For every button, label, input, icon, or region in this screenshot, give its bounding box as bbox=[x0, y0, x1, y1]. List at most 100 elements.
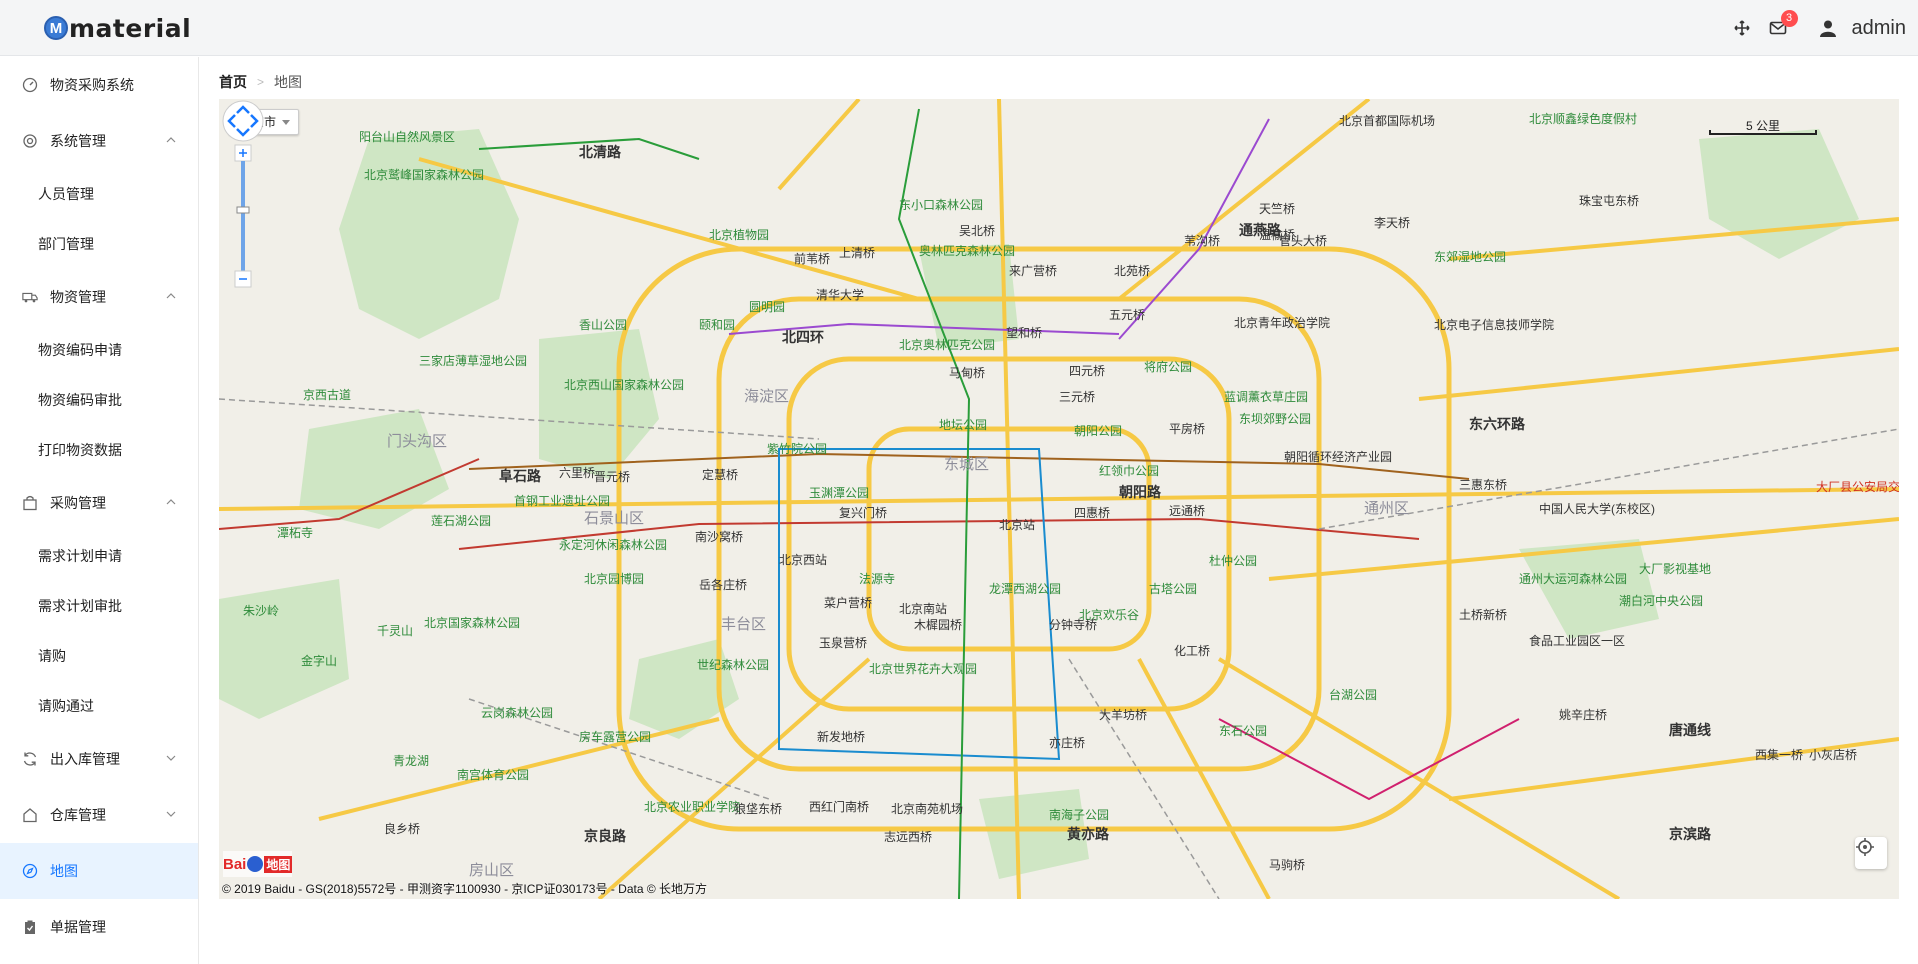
road-label: 京良路 bbox=[584, 828, 627, 844]
place-label: 新发地桥 bbox=[817, 729, 865, 744]
sidebar-subitem-code-apply[interactable]: 物资编码申请 bbox=[0, 325, 198, 375]
place-label: 李天桥 bbox=[1374, 215, 1410, 230]
sidebar-subitem-requisition-passed[interactable]: 请购通过 bbox=[0, 681, 198, 731]
place-label: 亦庄桥 bbox=[1049, 735, 1085, 750]
sidebar-item-procurement-system[interactable]: 物资采购系统 bbox=[0, 57, 198, 113]
district-label: 石景山区 bbox=[584, 510, 644, 527]
district-label: 通州区 bbox=[1364, 500, 1409, 517]
truck-icon bbox=[22, 289, 38, 305]
sidebar-subitem-requisition[interactable]: 请购 bbox=[0, 631, 198, 681]
place-label: 潭柘寺 bbox=[277, 526, 313, 540]
locate-icon bbox=[1856, 838, 1874, 856]
breadcrumb-home[interactable]: 首页 bbox=[219, 72, 247, 92]
user-icon[interactable] bbox=[1812, 12, 1844, 44]
place-label: 吴北桥 bbox=[959, 224, 995, 238]
place-label: 南宫体育公园 bbox=[457, 767, 529, 782]
place-label: 大厂影视基地 bbox=[1639, 561, 1711, 576]
mail-button[interactable]: 3 bbox=[1762, 10, 1798, 44]
place-label: 香山公园 bbox=[579, 318, 627, 332]
sidebar-subitem-department[interactable]: 部门管理 bbox=[0, 219, 198, 269]
baidu-paw-icon bbox=[247, 856, 264, 872]
sidebar-item-document-management[interactable]: 单据管理 bbox=[0, 899, 198, 955]
sidebar-subitem-code-approve[interactable]: 物资编码审批 bbox=[0, 375, 198, 425]
place-label: 志远西桥 bbox=[884, 830, 932, 844]
place-label: 中国人民大学(东校区) bbox=[1539, 501, 1655, 516]
place-label: 大羊坊桥 bbox=[1099, 707, 1147, 722]
place-label: 马甸桥 bbox=[949, 366, 985, 380]
clipboard-icon bbox=[22, 919, 38, 935]
logo-text: material bbox=[69, 13, 192, 43]
sidebar-subitem-demand-approve[interactable]: 需求计划审批 bbox=[0, 581, 198, 631]
place-label: 四元桥 bbox=[1069, 364, 1105, 378]
place-label: 分钟寺桥 bbox=[1049, 617, 1097, 632]
sidebar-subitem-print-data[interactable]: 打印物资数据 bbox=[0, 425, 198, 475]
sidebar-item-label: 物资管理 bbox=[50, 289, 106, 305]
place-label: 法源寺 bbox=[859, 572, 895, 586]
place-label: 将府公园 bbox=[1144, 359, 1192, 374]
place-label: 古塔公园 bbox=[1149, 581, 1197, 596]
sidebar-item-label: 仓库管理 bbox=[50, 807, 106, 823]
fullscreen-icon[interactable] bbox=[1726, 12, 1758, 44]
sidebar-item-purchase-management[interactable]: 采购管理 bbox=[0, 475, 198, 531]
district-label: 海淀区 bbox=[744, 388, 789, 405]
map-copyright: © 2019 Baidu - GS(2018)5572号 - 甲测资字11009… bbox=[222, 882, 708, 896]
place-label: 紫竹院公园 bbox=[767, 442, 827, 456]
sidebar-item-map[interactable]: 地图 bbox=[0, 843, 198, 899]
place-label: 世纪森林公园 bbox=[697, 657, 769, 672]
app-logo[interactable]: M material bbox=[44, 12, 191, 44]
place-label: 圆明园 bbox=[749, 300, 785, 314]
place-label: 北京首都国际机场 bbox=[1339, 114, 1435, 128]
sidebar-item-warehouse-management[interactable]: 仓库管理 bbox=[0, 787, 198, 843]
place-label: 北京国家森林公园 bbox=[424, 615, 520, 630]
sidebar-item-inout-management[interactable]: 出入库管理 bbox=[0, 731, 198, 787]
place-label: 青龙湖 bbox=[393, 753, 429, 768]
place-label: 四惠桥 bbox=[1074, 506, 1110, 520]
place-label: 金字山 bbox=[301, 653, 337, 668]
place-label: 北京奥林匹克公园 bbox=[899, 338, 995, 352]
sidebar-subitem-demand-apply[interactable]: 需求计划申请 bbox=[0, 531, 198, 581]
place-label: 远通桥 bbox=[1169, 504, 1205, 518]
settings-icon bbox=[22, 133, 38, 149]
sidebar-item-label: 单据管理 bbox=[50, 919, 106, 935]
sidebar-item-system-management[interactable]: 系统管理 bbox=[0, 113, 198, 169]
place-label: 杜仲公园 bbox=[1209, 553, 1257, 568]
map-canvas[interactable]: 海淀区 东城区 丰台区 石景山区 门头沟区 通州区 房山区 北清路 北四环 朝阳… bbox=[219, 99, 1899, 899]
map-navigation-control[interactable] bbox=[219, 99, 267, 299]
place-label: 北京西站 bbox=[779, 553, 827, 567]
place-label: 狼垡东桥 bbox=[734, 801, 782, 816]
road-label: 黄亦路 bbox=[1067, 826, 1110, 842]
place-label: 复兴门桥 bbox=[839, 505, 887, 520]
map-scale-bar bbox=[1709, 130, 1817, 135]
road-label: 唐通线 bbox=[1669, 722, 1711, 738]
place-label: 西红门南桥 bbox=[809, 799, 869, 814]
place-label: 南海子公园 bbox=[1049, 807, 1109, 822]
place-label: 管头大桥 bbox=[1279, 233, 1327, 248]
locate-button[interactable] bbox=[1855, 837, 1887, 869]
place-label: 五元桥 bbox=[1109, 308, 1145, 322]
place-label: 阳台山自然风景区 bbox=[359, 129, 455, 144]
place-label: 来广营桥 bbox=[1009, 264, 1057, 278]
place-label: 东郊湿地公园 bbox=[1434, 249, 1506, 264]
place-label: 玉泉营桥 bbox=[819, 636, 867, 650]
district-label: 房山区 bbox=[469, 862, 514, 879]
place-label: 食品工业园区一区 bbox=[1529, 633, 1625, 648]
username-label[interactable]: admin bbox=[1852, 17, 1906, 40]
road-label: 阜石路 bbox=[499, 468, 542, 484]
place-label: 北苑桥 bbox=[1114, 264, 1150, 278]
place-label: 奥林匹克森林公园 bbox=[919, 243, 1015, 258]
place-label: 南沙窝桥 bbox=[695, 529, 743, 544]
sidebar-item-material-management[interactable]: 物资管理 bbox=[0, 269, 198, 325]
compass-icon bbox=[22, 863, 38, 879]
place-label: 朝阳公园 bbox=[1074, 424, 1122, 438]
place-label: 小灰店桥 bbox=[1809, 748, 1857, 762]
district-label: 东城区 bbox=[944, 456, 989, 473]
sidebar-item-label: 系统管理 bbox=[50, 133, 106, 149]
sync-icon bbox=[22, 751, 38, 767]
place-label: 云岗森林公园 bbox=[481, 705, 553, 720]
sidebar-item-label: 物资采购系统 bbox=[50, 77, 134, 93]
sidebar-subitem-personnel[interactable]: 人员管理 bbox=[0, 169, 198, 219]
place-label: 晋元桥 bbox=[594, 470, 630, 484]
place-label: 菜户营桥 bbox=[824, 595, 872, 610]
map-container[interactable]: 海淀区 东城区 丰台区 石景山区 门头沟区 通州区 房山区 北清路 北四环 朝阳… bbox=[219, 99, 1899, 899]
chevron-up-icon bbox=[166, 137, 176, 143]
